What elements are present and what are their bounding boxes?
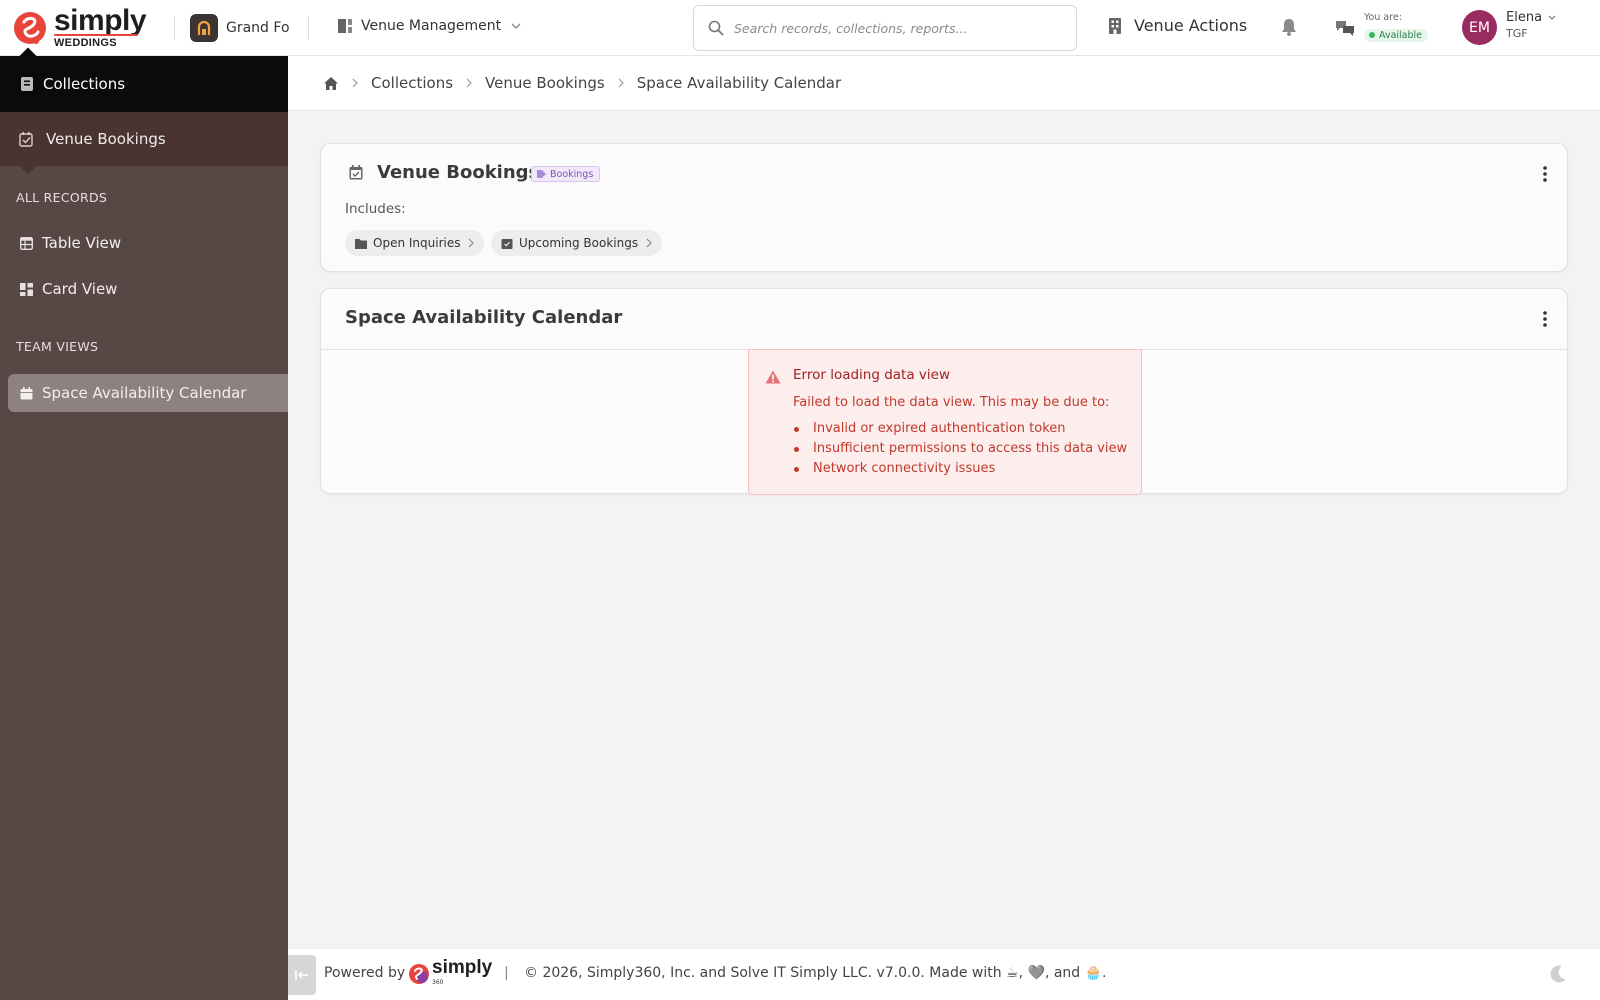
chevron-down-icon — [511, 23, 521, 29]
sidebar-label: Collections — [43, 75, 126, 93]
availability-status[interactable]: You are: Available — [1364, 12, 1429, 42]
user-name: Elena — [1506, 10, 1543, 25]
error-reason: Insufficient permissions to access this … — [793, 439, 1127, 459]
data-view-title: Space Availability Calendar — [345, 307, 623, 328]
chevron-right-icon — [352, 78, 358, 88]
org-switcher[interactable]: Grand Fo — [190, 14, 290, 42]
calendar-check-icon — [501, 238, 513, 249]
divider — [174, 16, 175, 40]
breadcrumb-venue-bookings[interactable]: Venue Bookings — [485, 74, 605, 92]
calendar-check-icon — [349, 165, 363, 180]
home-icon[interactable] — [323, 76, 339, 91]
archive-icon — [21, 77, 33, 91]
moon-icon[interactable] — [1548, 964, 1568, 984]
simply360-logo[interactable]: simply 360 — [408, 957, 492, 989]
breadcrumb-current: Space Availability Calendar — [636, 74, 842, 92]
footer-logo-sub: 360 — [432, 979, 444, 986]
sidebar-label: Venue Bookings — [46, 130, 166, 148]
collection-card: Venue Bookings Bookings Includes: Open I… — [320, 143, 1568, 272]
sidebar-item-venue-bookings[interactable]: Venue Bookings — [0, 112, 288, 175]
module-label: Venue Management — [361, 18, 502, 34]
calendar-check-icon — [19, 131, 33, 147]
sidebar-label: Space Availability Calendar — [42, 384, 247, 402]
sidebar-label: Table View — [42, 234, 122, 252]
sidebar: Collections Venue Bookings ALL RECORDS T… — [0, 47, 288, 1000]
simply-logo-icon — [14, 12, 46, 44]
venue-actions-label: Venue Actions — [1134, 16, 1248, 35]
brand-name: simply — [54, 4, 147, 37]
dashboard-icon — [338, 19, 352, 33]
search-input[interactable] — [734, 20, 1076, 36]
kebab-menu-icon[interactable] — [1543, 166, 1547, 182]
brand-subtitle: WEDDINGS — [54, 37, 117, 49]
section-header-all-records: ALL RECORDS — [16, 190, 108, 205]
warning-icon — [765, 370, 781, 384]
avatar[interactable]: EM — [1462, 10, 1497, 45]
copyright-text: © 2026, Simply360, Inc. and Solve IT Sim… — [524, 965, 1107, 981]
chevron-right-icon — [466, 78, 472, 88]
simply-logo-icon — [409, 964, 429, 984]
chat-icon[interactable] — [1335, 18, 1355, 38]
search-icon — [708, 20, 724, 36]
module-switcher[interactable]: Venue Management — [338, 18, 521, 34]
footer-logo-word: simply — [432, 957, 493, 978]
chevron-right-icon — [469, 238, 475, 248]
collapse-sidebar-button[interactable] — [288, 955, 316, 995]
user-org: TGF — [1506, 27, 1528, 40]
tag-label: Bookings — [550, 168, 594, 180]
collection-tag: Bookings — [531, 166, 601, 182]
sidebar-item-space-availability-calendar[interactable]: Space Availability Calendar — [8, 374, 288, 412]
error-message: Failed to load the data view. This may b… — [793, 395, 1110, 410]
venue-actions-button[interactable]: Venue Actions — [1108, 16, 1247, 35]
folder-icon — [355, 238, 367, 249]
building-icon — [1109, 17, 1121, 34]
data-view-card: Space Availability Calendar Error loadin… — [320, 288, 1568, 495]
bell-icon[interactable] — [1279, 17, 1299, 37]
breadcrumb: Collections Venue Bookings Space Availab… — [288, 56, 1600, 111]
status-dot-icon — [1369, 32, 1375, 38]
chip-label: Open Inquiries — [373, 236, 461, 250]
powered-by-label: Powered by — [324, 965, 406, 981]
table-icon — [20, 236, 33, 250]
chip-label: Upcoming Bookings — [519, 236, 639, 250]
breadcrumb-collections[interactable]: Collections — [371, 74, 453, 92]
top-bar: simply WEDDINGS Grand Fo Venue Managemen… — [0, 0, 1600, 56]
sidebar-item-collections[interactable]: Collections — [0, 47, 288, 112]
status-label: You are: — [1364, 12, 1402, 23]
grid-icon — [20, 282, 33, 296]
chip-open-inquiries[interactable]: Open Inquiries — [345, 230, 485, 256]
kebab-menu-icon[interactable] — [1543, 311, 1547, 327]
chevron-right-icon — [646, 238, 652, 248]
calendar-icon — [20, 386, 33, 399]
status-badge: Available — [1364, 28, 1429, 42]
global-search[interactable] — [693, 5, 1077, 51]
section-header-team-views: TEAM VIEWS — [16, 339, 99, 354]
brand-logo[interactable]: simply WEDDINGS — [10, 4, 160, 50]
chip-upcoming-bookings[interactable]: Upcoming Bookings — [491, 230, 663, 256]
includes-label: Includes: — [345, 201, 406, 217]
collection-title: Venue Bookings — [377, 162, 540, 183]
error-reasons: Invalid or expired authentication token … — [793, 419, 1127, 479]
venue-arch-icon — [190, 14, 218, 42]
org-name: Grand Fo — [226, 20, 290, 36]
sidebar-item-table-view[interactable]: Table View — [8, 224, 288, 262]
footer: Powered by simply 360 | © 2026, Simply36… — [288, 948, 1600, 1000]
chevron-down-icon — [1548, 15, 1556, 20]
sidebar-label: Card View — [42, 280, 118, 298]
tag-icon — [537, 170, 546, 178]
status-value: Available — [1379, 29, 1423, 41]
collapse-left-icon — [295, 970, 308, 980]
error-title: Error loading data view — [793, 367, 951, 383]
brand-underline — [54, 34, 138, 36]
error-alert: Error loading data view Failed to load t… — [748, 349, 1142, 495]
divider — [308, 16, 309, 40]
sidebar-item-card-view[interactable]: Card View — [8, 270, 288, 308]
chevron-right-icon — [618, 78, 624, 88]
active-notch — [19, 157, 37, 175]
user-menu[interactable]: Elena TGF — [1506, 10, 1556, 40]
error-reason: Network connectivity issues — [793, 459, 1127, 479]
error-reason: Invalid or expired authentication token — [793, 419, 1127, 439]
footer-separator: | — [504, 965, 509, 981]
